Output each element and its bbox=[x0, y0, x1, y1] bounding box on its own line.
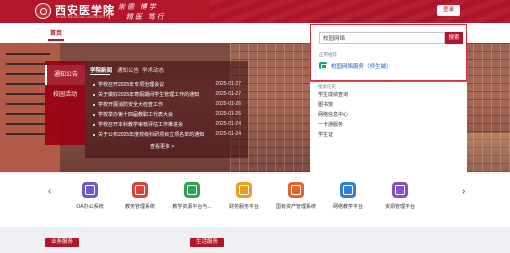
section-business-services: 业务服务 bbox=[45, 238, 80, 247]
tab-notices[interactable]: 通知公告 bbox=[117, 66, 139, 74]
motto-line-2: 精医 笃行 bbox=[126, 13, 166, 21]
bullet-icon bbox=[93, 94, 95, 96]
suggestion-heading: 应用推荐 bbox=[319, 52, 337, 57]
suggestion-label: 校园网络服务（师生端） bbox=[331, 64, 392, 70]
resources-icon bbox=[392, 182, 408, 198]
nav-home[interactable]: 首页 bbox=[50, 28, 62, 37]
motto-line-1: 崇德 博学 bbox=[118, 3, 158, 11]
search-button[interactable]: 搜索 bbox=[445, 32, 463, 44]
service-label: 资源管理平台 bbox=[384, 204, 415, 210]
service-teaching-resources[interactable]: 教学资源平台与... bbox=[164, 182, 220, 218]
assets-icon bbox=[288, 182, 304, 198]
site-header: 西安医学院 XI'AN MEDICAL UNIVERSITY 崇德 博学 精医 … bbox=[0, 0, 510, 23]
news-title: 学校开展消防安全大检查工作 bbox=[98, 102, 164, 108]
service-resources[interactable]: 资源管理平台 bbox=[372, 182, 428, 218]
search-popup: 搜索 应用推荐 校园网络服务（师生端） bbox=[310, 24, 467, 81]
service-label: OA办公系统 bbox=[76, 204, 104, 210]
service-label: 国有资产管理系统 bbox=[275, 204, 316, 210]
history-item[interactable]: 一卡通服务 bbox=[318, 121, 343, 128]
news-date: 2025-01-27 bbox=[215, 81, 241, 87]
news-item[interactable]: 关于做好2025年寒假期间学生管理工作的通知 2025-01-27 bbox=[93, 91, 243, 99]
service-label: 教学资源平台与... bbox=[172, 204, 212, 210]
finance-icon bbox=[236, 182, 252, 198]
search-input[interactable] bbox=[319, 32, 445, 44]
tab-academic[interactable]: 学术动态 bbox=[142, 66, 164, 74]
oa-icon bbox=[82, 182, 98, 198]
news-side-tabs: 通知公告 校园活动 bbox=[45, 61, 85, 145]
bullet-icon bbox=[93, 114, 95, 116]
chevron-right-icon[interactable]: › bbox=[462, 185, 470, 199]
news-date: 2025-01-24 bbox=[215, 121, 241, 127]
bullet-icon bbox=[93, 84, 95, 86]
news-date: 2025-01-25 bbox=[215, 111, 241, 117]
service-finance[interactable]: 财务服务平台 bbox=[216, 182, 272, 218]
logo-english-name: XI'AN MEDICAL UNIVERSITY bbox=[56, 15, 111, 19]
news-title: 学校召开2025年专项治理会议 bbox=[98, 82, 165, 88]
bullet-icon bbox=[93, 124, 95, 126]
nav-home-active-indicator bbox=[48, 39, 64, 41]
news-item[interactable]: 学校召开2025年专项治理会议 2025-01-27 bbox=[93, 81, 243, 89]
header-divider bbox=[109, 4, 110, 19]
login-button[interactable]: 登录 bbox=[437, 5, 460, 16]
history-item[interactable]: 网络信息中心 bbox=[318, 111, 348, 118]
news-item[interactable]: 学校召开本科教学审核评估工作推进会 2025-01-24 bbox=[93, 121, 243, 129]
news-tab-active-indicator bbox=[90, 74, 110, 75]
news-item[interactable]: 学校开展消防安全大检查工作 2025-01-26 bbox=[93, 101, 243, 109]
university-emblem-icon[interactable] bbox=[35, 3, 51, 19]
news-title: 关于做好2025年寒假期间学生管理工作的通知 bbox=[98, 92, 200, 98]
side-tab-activities[interactable]: 校园活动 bbox=[45, 85, 85, 105]
service-label: 网络教学平台 bbox=[332, 204, 363, 210]
news-item[interactable]: 关于公布2025年度校级科研项目立项名单的通知 2025-01-24 bbox=[93, 131, 243, 139]
history-item[interactable]: 图书馆 bbox=[318, 101, 333, 108]
news-date: 2025-01-26 bbox=[215, 101, 241, 107]
news-item[interactable]: 学校举办第十四届教职工代表大会 2025-01-25 bbox=[93, 111, 243, 119]
news-date: 2025-01-27 bbox=[215, 91, 241, 97]
history-item[interactable]: 学生证 bbox=[318, 131, 333, 138]
news-title: 学校举办第十四届教职工代表大会 bbox=[98, 112, 174, 118]
section-life-services: 生活服务 bbox=[190, 238, 225, 247]
news-more-link[interactable]: 查看更多 > bbox=[150, 143, 174, 150]
service-assets[interactable]: 国有资产管理系统 bbox=[268, 182, 324, 218]
side-tab-notices[interactable]: 通知公告 bbox=[45, 65, 85, 85]
news-title: 关于公布2025年度校级科研项目立项名单的通知 bbox=[98, 132, 205, 138]
service-oa[interactable]: OA办公系统 bbox=[62, 182, 118, 218]
tab-college-news[interactable]: 学院新闻 bbox=[90, 66, 112, 74]
news-panel: 学院新闻 通知公告 学术动态 学校召开2025年专项治理会议 2025-01-2… bbox=[85, 61, 248, 158]
history-item[interactable]: 学生成绩查询 bbox=[318, 91, 348, 98]
bullet-icon bbox=[93, 134, 95, 136]
search-history-list: 搜索历史 学生成绩查询 图书馆 网络信息中心 一卡通服务 学生证 bbox=[310, 82, 467, 174]
bullet-icon bbox=[93, 104, 95, 106]
service-label: 教务管理系统 bbox=[124, 204, 155, 210]
search-suggestion[interactable]: 校园网络服务（师生端） bbox=[319, 61, 459, 71]
service-label: 财务服务平台 bbox=[228, 204, 259, 210]
news-date: 2025-01-24 bbox=[215, 131, 241, 137]
service-online-teaching[interactable]: 网络教学平台 bbox=[320, 182, 376, 218]
app-icon bbox=[319, 62, 327, 69]
chevron-left-icon[interactable]: ‹ bbox=[48, 185, 56, 199]
online-teaching-icon bbox=[340, 182, 356, 198]
teaching-resources-icon bbox=[184, 182, 200, 198]
service-academic[interactable]: 教务管理系统 bbox=[112, 182, 168, 218]
history-heading: 搜索历史 bbox=[318, 84, 336, 89]
news-title: 学校召开本科教学审核评估工作推进会 bbox=[98, 122, 184, 128]
academic-icon bbox=[132, 182, 148, 198]
